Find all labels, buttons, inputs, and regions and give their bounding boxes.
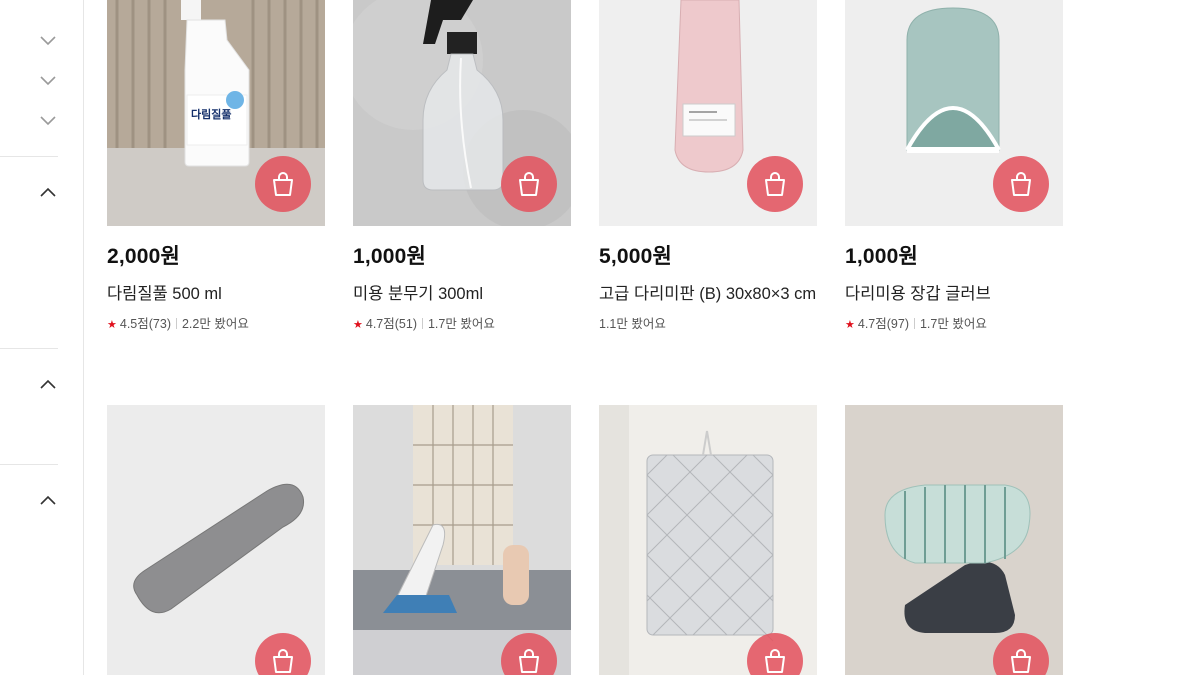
product-image[interactable]: [353, 0, 571, 226]
shopping-bag-icon: [765, 649, 785, 673]
chevron-down-icon[interactable]: [38, 34, 58, 48]
product-card[interactable]: [353, 405, 571, 675]
product-views: 1.7만 봤어요: [427, 317, 495, 331]
product-stats: ★ 4.7점(51) 1.7만 봤어요: [353, 313, 571, 332]
shopping-bag-icon: [1011, 172, 1031, 196]
shopping-bag-icon: [273, 649, 293, 673]
chevron-up-icon[interactable]: [38, 185, 58, 199]
chevron-down-icon[interactable]: [38, 74, 58, 88]
product-name[interactable]: 고급 다리미판 (B) 30x80×3 cm: [599, 282, 817, 307]
shopping-bag-icon: [519, 649, 539, 673]
product-views: 1.1만 봤어요: [599, 317, 666, 331]
filter-divider: [0, 464, 58, 465]
filter-divider: [0, 348, 58, 349]
product-card[interactable]: 다림질풀 2,000원 다림질풀 500 ml ★ 4.5점(73) 2.2만 봤어…: [107, 0, 325, 332]
product-card[interactable]: [845, 405, 1063, 675]
add-to-cart-button[interactable]: [993, 156, 1049, 212]
product-name[interactable]: 다림질풀 500 ml: [107, 282, 325, 307]
star-icon: ★: [845, 319, 855, 331]
shopping-bag-icon: [1011, 649, 1031, 673]
brand-label: 다림질풀: [191, 107, 231, 121]
filter-divider: [0, 156, 58, 157]
filter-sidebar: [0, 0, 84, 675]
product-name[interactable]: 다리미용 장갑 글러브: [845, 282, 1063, 307]
meta-divider: [421, 318, 423, 329]
product-stats: ★ 4.7점(97) 1.7만 봤어요: [845, 313, 1063, 332]
product-rating: 4.7점(97): [857, 317, 909, 331]
product-name[interactable]: 미용 분무기 300ml: [353, 282, 571, 307]
product-card[interactable]: [107, 405, 325, 675]
product-price: 1,000원: [845, 245, 919, 268]
product-card[interactable]: 5,000원 고급 다리미판 (B) 30x80×3 cm 1.1만 봤어요: [599, 0, 817, 332]
chevron-down-icon[interactable]: [38, 114, 58, 128]
add-to-cart-button[interactable]: [255, 156, 311, 212]
add-to-cart-button[interactable]: [747, 156, 803, 212]
product-image[interactable]: [599, 405, 817, 675]
product-image[interactable]: [845, 405, 1063, 675]
product-price: 5,000원: [599, 245, 673, 268]
product-stats: ★ 4.5점(73) 2.2만 봤어요: [107, 313, 325, 332]
shopping-bag-icon: [273, 172, 293, 196]
product-card[interactable]: [599, 405, 817, 675]
product-price: 2,000원: [107, 245, 181, 268]
product-price: 1,000원: [353, 245, 427, 268]
product-views: 1.7만 봤어요: [919, 317, 987, 331]
meta-divider: [913, 318, 915, 329]
product-views: 2.2만 봤어요: [181, 317, 249, 331]
shopping-bag-icon: [765, 172, 785, 196]
product-image[interactable]: [353, 405, 571, 675]
product-image[interactable]: 다림질풀: [107, 0, 325, 226]
product-card[interactable]: 1,000원 다리미용 장갑 글러브 ★ 4.7점(97) 1.7만 봤어요: [845, 0, 1063, 332]
star-icon: ★: [353, 319, 363, 331]
product-image[interactable]: [107, 405, 325, 675]
chevron-up-icon[interactable]: [38, 493, 58, 507]
meta-divider: [175, 318, 177, 329]
product-rating: 4.7점(51): [365, 317, 417, 331]
product-image[interactable]: [599, 0, 817, 226]
star-icon: ★: [107, 319, 117, 331]
product-image[interactable]: [845, 0, 1063, 226]
chevron-up-icon[interactable]: [38, 377, 58, 391]
product-stats: 1.1만 봤어요: [599, 313, 817, 332]
product-card[interactable]: 1,000원 미용 분무기 300ml ★ 4.7점(51) 1.7만 봤어요: [353, 0, 571, 332]
product-rating: 4.5점(73): [119, 317, 171, 331]
shopping-bag-icon: [519, 172, 539, 196]
add-to-cart-button[interactable]: [501, 156, 557, 212]
